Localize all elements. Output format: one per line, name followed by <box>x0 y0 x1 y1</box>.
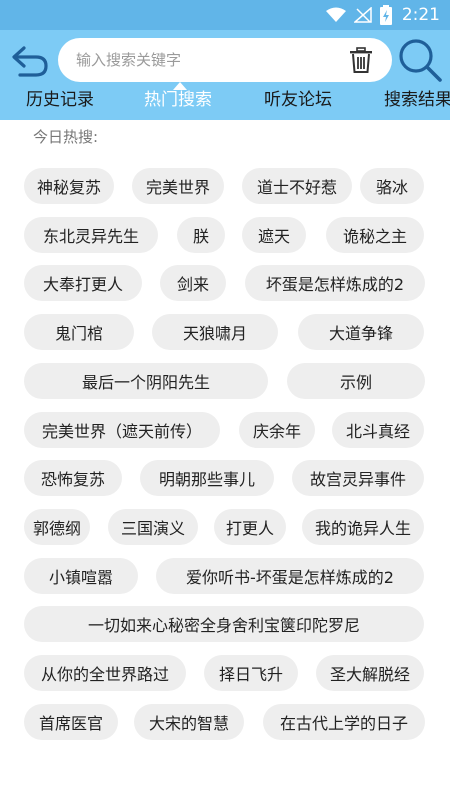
hot-tag[interactable]: 小镇喧嚣 <box>24 558 138 594</box>
tab-search-results[interactable]: 搜索结果 <box>384 86 450 116</box>
search-input[interactable] <box>76 46 326 74</box>
battery-charging-icon <box>379 5 392 25</box>
hot-tag[interactable]: 剑来 <box>160 265 226 301</box>
hot-tag[interactable]: 在古代上学的日子 <box>263 704 425 740</box>
hot-tag[interactable]: 北斗真经 <box>332 412 424 448</box>
hot-tag[interactable]: 首席医官 <box>24 704 118 740</box>
hot-tag[interactable]: 完美世界 <box>132 168 224 204</box>
hot-tag[interactable]: 大宋的智慧 <box>134 704 244 740</box>
hot-tag[interactable]: 坏蛋是怎样炼成的2 <box>245 265 425 301</box>
status-icons: 2:21 <box>325 0 440 30</box>
tab-forum[interactable]: 听友论坛 <box>264 86 332 116</box>
search-box <box>58 38 392 82</box>
hot-tag[interactable]: 一切如来心秘密全身舍利宝箧印陀罗尼 <box>24 606 424 642</box>
hot-tag[interactable]: 诡秘之主 <box>326 217 424 253</box>
search-icon[interactable] <box>396 36 444 84</box>
hot-tag[interactable]: 爱你听书-坏蛋是怎样炼成的2 <box>156 558 424 594</box>
hot-tag[interactable]: 打更人 <box>214 509 286 545</box>
active-tab-pointer <box>173 82 187 90</box>
hot-tag[interactable]: 圣大解脱经 <box>316 655 424 691</box>
hot-tag[interactable]: 庆余年 <box>239 412 315 448</box>
back-arrow-icon <box>12 46 48 77</box>
hot-tag[interactable]: 天狼啸月 <box>152 314 278 350</box>
hot-tag[interactable]: 最后一个阴阳先生 <box>24 363 268 399</box>
hot-tag[interactable]: 择日飞升 <box>204 655 298 691</box>
back-button[interactable] <box>8 42 52 82</box>
tab-history[interactable]: 历史记录 <box>26 86 94 116</box>
hot-tag[interactable]: 骆冰 <box>360 168 424 204</box>
hot-tag[interactable]: 东北灵异先生 <box>24 217 158 253</box>
tab-hot-search[interactable]: 热门搜索 <box>144 86 212 116</box>
trash-icon[interactable] <box>348 47 374 73</box>
hot-tag[interactable]: 朕 <box>177 217 225 253</box>
hot-tag[interactable]: 完美世界（遮天前传） <box>24 412 220 448</box>
status-bar: 2:21 <box>0 0 450 30</box>
wifi-icon <box>325 7 346 22</box>
hot-tag[interactable]: 从你的全世界路过 <box>24 655 186 691</box>
tab-bar: 历史记录 热门搜索 听友论坛 搜索结果 <box>0 86 450 118</box>
hot-search-title: 今日热搜: <box>33 128 99 146</box>
hot-tag[interactable]: 神秘复苏 <box>24 168 114 204</box>
hot-tag[interactable]: 鬼门棺 <box>24 314 134 350</box>
hot-tag[interactable]: 郭德纲 <box>24 509 90 545</box>
hot-tag[interactable]: 三国演义 <box>108 509 198 545</box>
hot-tag[interactable]: 大道争锋 <box>298 314 424 350</box>
hot-tag[interactable]: 遮天 <box>242 217 306 253</box>
hot-tag[interactable]: 恐怖复苏 <box>24 460 122 496</box>
hot-tag[interactable]: 明朝那些事儿 <box>140 460 274 496</box>
status-time: 2:21 <box>401 5 440 25</box>
hot-tag[interactable]: 我的诡异人生 <box>302 509 424 545</box>
hot-tag[interactable]: 道士不好惹 <box>242 168 352 204</box>
no-signal-icon <box>353 7 372 23</box>
hot-tag[interactable]: 故宫灵异事件 <box>292 460 424 496</box>
app-bar: 历史记录 热门搜索 听友论坛 搜索结果 <box>0 30 450 120</box>
hot-tag[interactable]: 大奉打更人 <box>24 265 142 301</box>
hot-tag[interactable]: 示例 <box>287 363 425 399</box>
